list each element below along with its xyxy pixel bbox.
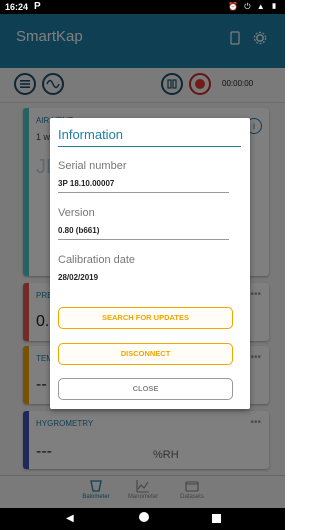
parking-notification-icon: P	[34, 1, 41, 12]
disconnect-button[interactable]: DISCONNECT	[58, 343, 233, 365]
version-value: 0.80 (b661)	[58, 226, 100, 235]
close-button[interactable]: CLOSE	[58, 378, 233, 400]
serial-number-value: 3P 18.10.00007	[58, 179, 115, 188]
serial-divider	[58, 192, 229, 193]
dialog-title: Information	[58, 127, 124, 142]
serial-number-label: Serial number	[58, 160, 127, 172]
calibration-date-value: 28/02/2019	[58, 273, 99, 282]
version-label: Version	[58, 207, 95, 219]
dialog-title-divider	[58, 146, 241, 147]
phone-screen: 16:24 P ⏰ ⏻ ▲ ▮ SmartKap 00:00:00 AIR VE…	[0, 0, 285, 530]
status-icons: ⏰ ⏻ ▲ ▮	[228, 2, 279, 11]
system-navigation-bar: ◀	[0, 508, 285, 530]
version-divider	[58, 239, 229, 240]
calibration-date-label: Calibration date	[58, 254, 136, 266]
information-dialog: Information Serial number 3P 18.10.00007…	[50, 118, 250, 409]
back-icon[interactable]: ◀	[66, 513, 74, 524]
search-for-updates-button[interactable]: SEARCH FOR UPDATES	[58, 307, 233, 329]
recents-icon[interactable]	[212, 514, 221, 523]
status-time: 16:24	[5, 2, 29, 12]
home-icon[interactable]	[139, 512, 149, 522]
status-bar: 16:24 P ⏰ ⏻ ▲ ▮	[0, 0, 285, 14]
